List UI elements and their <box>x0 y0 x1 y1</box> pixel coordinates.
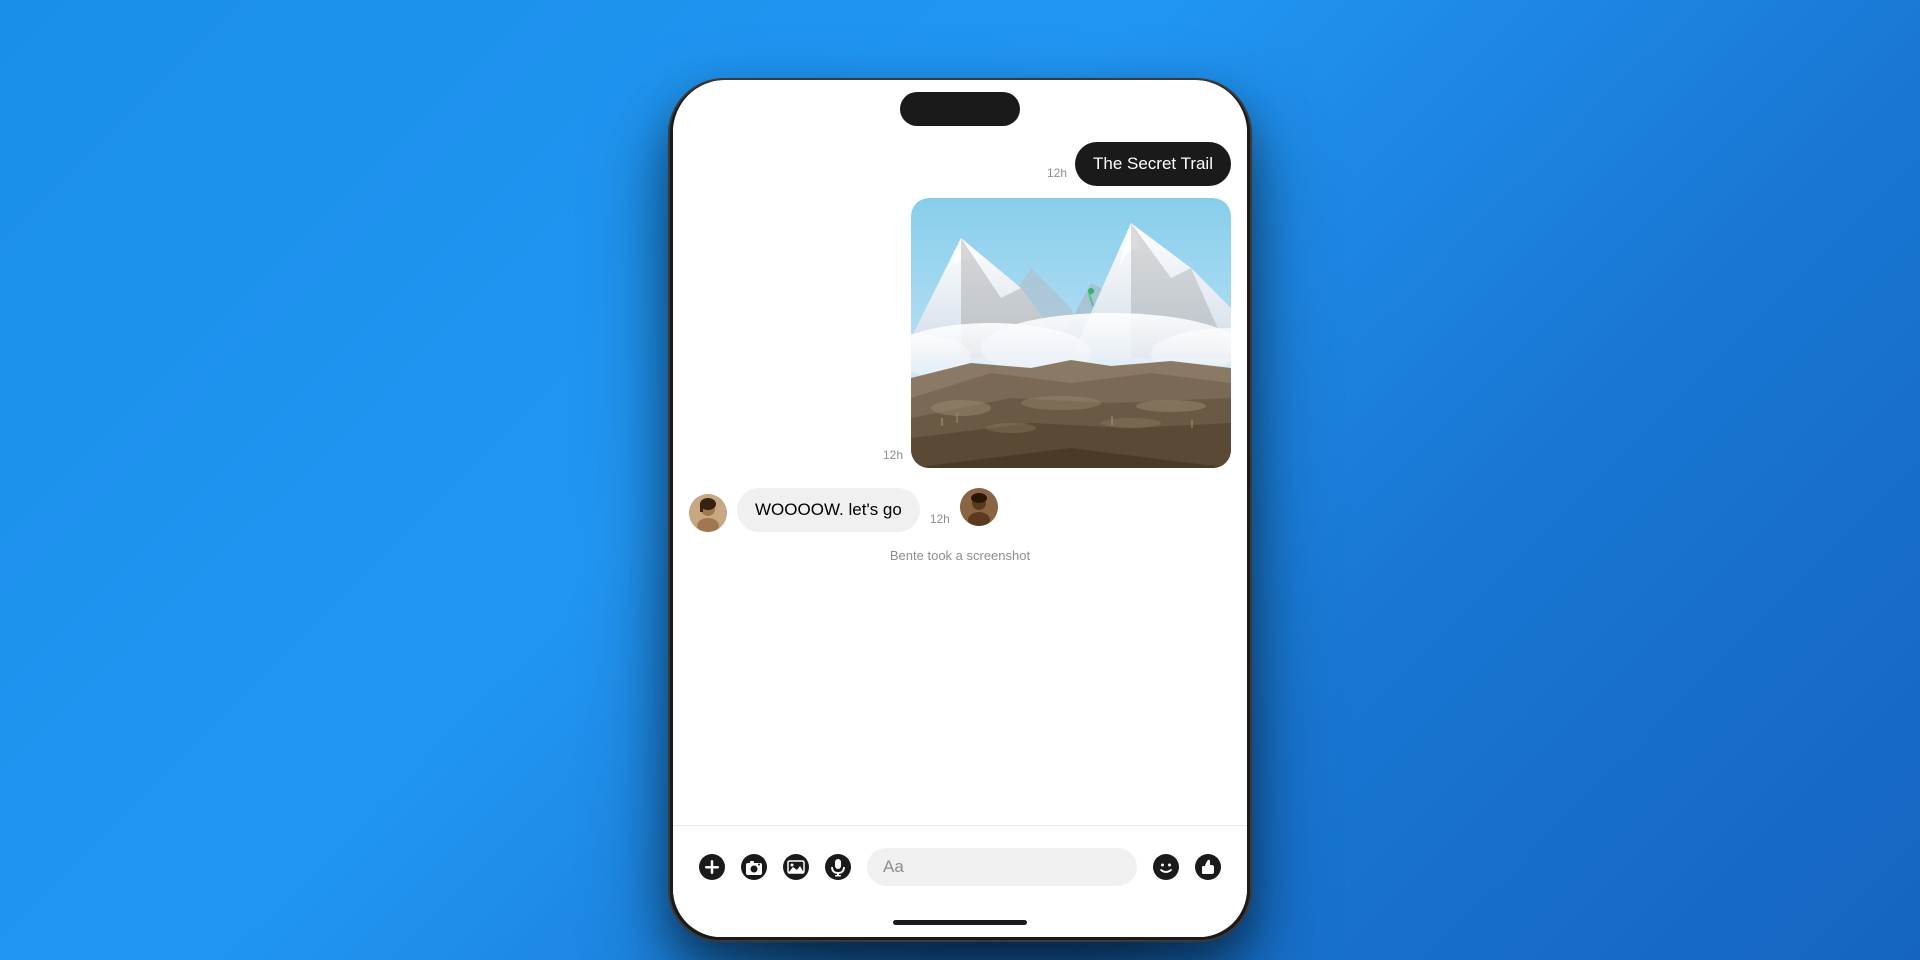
message-right-text: 12h The Secret Trail <box>689 142 1231 186</box>
messages-container: 12h The Secret Trail 12h <box>689 142 1231 825</box>
message-input[interactable]: Aa <box>867 848 1137 886</box>
msg1-time: 12h <box>1047 166 1067 180</box>
home-indicator <box>673 907 1247 937</box>
chat-image <box>911 198 1231 468</box>
avatar-right-img <box>960 488 998 526</box>
toolbar: Aa <box>673 825 1247 907</box>
bubble-woooow: WOOOOW. let's go <box>737 488 920 532</box>
like-button[interactable] <box>1187 846 1229 888</box>
chat-area: 12h The Secret Trail 12h <box>673 134 1247 825</box>
input-placeholder: Aa <box>883 857 904 877</box>
emoji-button[interactable] <box>1145 846 1187 888</box>
emoji-icon <box>1152 853 1180 881</box>
photo-icon <box>782 853 810 881</box>
bubble-secret-trail: The Secret Trail <box>1075 142 1231 186</box>
mic-button[interactable] <box>817 846 859 888</box>
avatar-left-img <box>689 494 727 532</box>
dynamic-island <box>900 92 1020 126</box>
msg2-time: 12h <box>883 448 903 462</box>
home-bar <box>893 920 1027 925</box>
plus-icon <box>698 853 726 881</box>
camera-icon <box>740 853 768 881</box>
camera-button[interactable] <box>733 846 775 888</box>
avatar-right <box>960 488 998 526</box>
message-left-row: WOOOOW. let's go 12h <box>689 488 1231 532</box>
message-image-row: 12h <box>689 198 1231 468</box>
avatar-left <box>689 494 727 532</box>
plus-button[interactable] <box>691 846 733 888</box>
photo-button[interactable] <box>775 846 817 888</box>
thumbsup-icon <box>1194 853 1222 881</box>
mic-icon <box>824 853 852 881</box>
screenshot-notice: Bente took a screenshot <box>689 548 1231 563</box>
mountain-svg <box>911 198 1231 468</box>
phone-wrapper: 9:41 AM 12h The Secret Trail 12h <box>670 20 1250 940</box>
phone-screen: 9:41 AM 12h The Secret Trail 12h <box>673 80 1247 937</box>
phone-frame: 9:41 AM 12h The Secret Trail 12h <box>670 80 1250 940</box>
msg3-time: 12h <box>930 512 950 526</box>
